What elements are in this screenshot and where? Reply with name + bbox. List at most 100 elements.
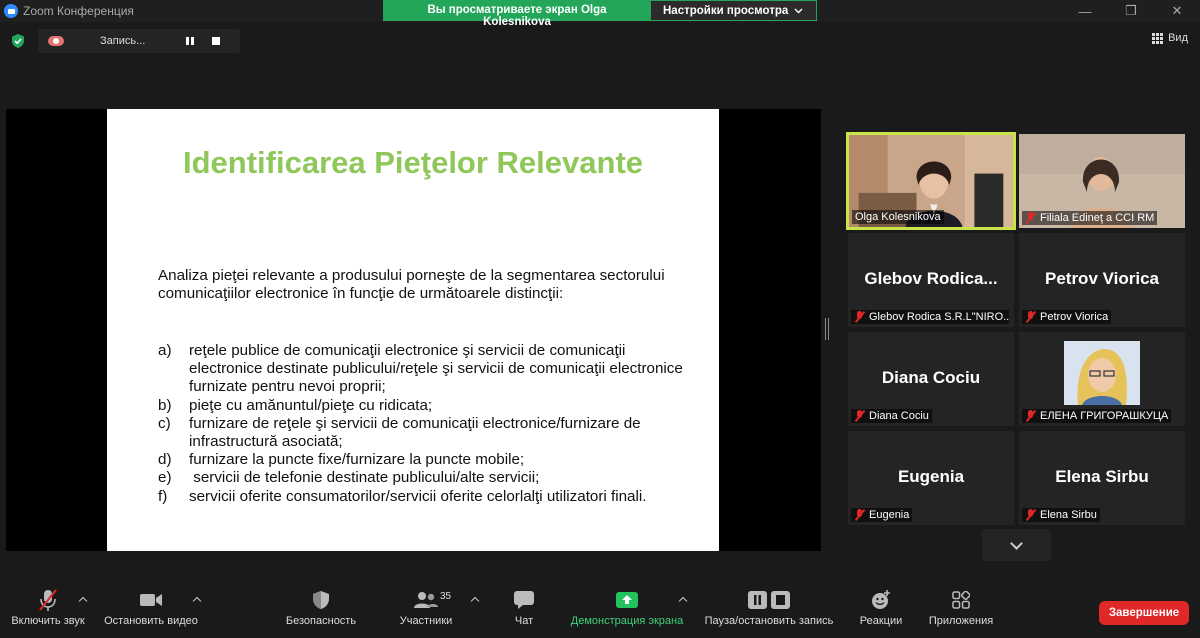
mic-icon-wrap [37, 585, 59, 615]
pause-stop-record-button[interactable]: Пауза/остановить запись [700, 585, 838, 627]
list-text: servicii de telefonie destinate publicul… [189, 469, 540, 487]
window-controls: — ❐ ✕ [1062, 0, 1200, 22]
list-item: a) reţele publice de comunicaţii electron… [158, 342, 688, 397]
chat-button[interactable]: Чат [508, 585, 540, 627]
participant-name: Diana Cociu [869, 410, 929, 422]
list-text: pieţe cu amănuntul/pieţe cu ridicata; [189, 396, 433, 414]
share-screen-label: Демонстрация экрана [570, 615, 684, 627]
chat-bubble-icon [514, 591, 534, 609]
participant-tile-elena-g[interactable]: ЕЛЕНА ГРИГОРАШКУЦА [1019, 332, 1185, 426]
participant-tile-filiala[interactable]: Filiala Edineţ a CCI RM [1019, 134, 1185, 228]
apps-icon-wrap [952, 585, 970, 615]
list-item: e) servicii de telefonie destinate publi… [158, 469, 688, 487]
title-bar: Zoom Конференция Вы просматриваете экран… [0, 0, 1200, 28]
participant-name: ЕЛЕНА ГРИГОРАШКУЦА [1040, 410, 1169, 422]
shield-icon [313, 591, 329, 609]
participants-button[interactable]: 35 Участники [396, 585, 456, 627]
participant-tile-glebov[interactable]: Glebov Rodica... Glebov Rodica S.R.L"NIR… [848, 233, 1014, 327]
pause-stop-icon [748, 591, 790, 609]
meeting-toolbar: Включить звук Остановить видео Безопасно… [0, 585, 1200, 638]
view-button[interactable]: Вид [1152, 32, 1188, 44]
participant-display-name: Petrov Viorica [1044, 269, 1160, 288]
participant-caption: Filiala Edineţ a CCI RM [1022, 211, 1158, 225]
participants-options-caret[interactable] [470, 596, 480, 606]
participant-tile-elena-sirbu[interactable]: Elena Sirbu Elena Sirbu [1019, 431, 1185, 525]
mic-muted-icon [39, 589, 57, 611]
participant-caption: Eugenia [851, 508, 913, 522]
share-screen-button[interactable]: Демонстрация экрана [566, 585, 688, 627]
participant-tile-diana[interactable]: Diana Cociu Diana Cociu [848, 332, 1014, 426]
zoom-window: Zoom Конференция Вы просматриваете экран… [0, 0, 1200, 638]
security-label: Безопасность [285, 615, 357, 627]
participants-icon [414, 592, 438, 608]
minimize-button[interactable]: — [1062, 0, 1108, 22]
reactions-button[interactable]: Реакции [856, 585, 906, 627]
participant-tile-eugenia[interactable]: Eugenia Eugenia [848, 431, 1014, 525]
close-button[interactable]: ✕ [1154, 0, 1200, 22]
participant-caption: Olga Kolesnikova [852, 210, 944, 224]
video-camera-icon [140, 594, 162, 606]
reactions-icon-wrap [870, 585, 892, 615]
participants-count: 35 [440, 591, 452, 602]
mic-muted-icon [1025, 311, 1037, 323]
panel-resize-handle[interactable] [825, 318, 829, 340]
participant-caption: Elena Sirbu [1022, 508, 1100, 522]
participant-name: Eugenia [869, 509, 910, 521]
end-meeting-button[interactable]: Завершение [1099, 601, 1189, 625]
chevron-down-icon [1010, 536, 1023, 550]
stop-recording-button[interactable] [206, 31, 226, 51]
viewing-screen-label: Вы просматриваете экран Olga Kolesnikova [383, 0, 651, 28]
participant-name: Glebov Rodica S.R.L"NIRO... [869, 311, 1009, 323]
participant-tile-petrov[interactable]: Petrov Viorica Petrov Viorica [1019, 233, 1185, 327]
participant-name: Olga Kolesnikova [855, 211, 941, 223]
participant-display-name: Glebov Rodica... [864, 269, 998, 288]
participants-label: Участники [399, 615, 453, 627]
security-button[interactable]: Безопасность [283, 585, 359, 627]
window-title: Zoom Конференция [23, 4, 134, 18]
encryption-shield-icon[interactable] [10, 33, 26, 49]
list-item: b) pieţe cu amănuntul/pieţe cu ridicata; [158, 397, 688, 415]
participants-icon-wrap: 35 [396, 585, 456, 615]
list-item: c) furnizare de reţele şi servicii de com… [158, 415, 688, 451]
shared-screen[interactable]: Identificarea Pieţelor Relevante Analiza… [6, 109, 821, 551]
pause-icon [186, 37, 194, 45]
share-banner: Вы просматриваете экран Olga Kolesnikova… [383, 0, 817, 28]
apps-button[interactable]: Приложения [922, 585, 1000, 627]
participant-caption: ЕЛЕНА ГРИГОРАШКУЦА [1022, 409, 1172, 423]
gallery-next-page-button[interactable] [982, 529, 1051, 561]
list-text: furnizare de reţele şi servicii de comun… [189, 414, 641, 451]
pause-record-label: Пауза/остановить запись [704, 615, 834, 627]
smiley-reaction-icon [872, 590, 890, 609]
record-icons-wrap [747, 585, 791, 615]
participant-caption: Petrov Viorica [1022, 310, 1112, 324]
unmute-label: Включить звук [11, 615, 85, 627]
participant-name: Petrov Viorica [1040, 311, 1109, 323]
view-options-button[interactable]: Настройки просмотра [651, 0, 817, 21]
cloud-record-icon [48, 36, 64, 46]
mic-muted-icon [854, 311, 866, 323]
share-icon-wrap [615, 585, 639, 615]
grid-view-icon [1152, 32, 1164, 44]
stop-video-button[interactable]: Остановить видео [100, 585, 202, 627]
maximize-button[interactable]: ❐ [1108, 0, 1154, 22]
list-marker: f) [158, 487, 168, 505]
apps-label: Приложения [928, 615, 994, 627]
pause-recording-button[interactable] [180, 31, 200, 51]
participant-name: Elena Sirbu [1040, 509, 1097, 521]
participant-tile-olga[interactable]: Olga Kolesnikova [846, 132, 1016, 230]
list-marker: e) [158, 469, 172, 487]
participant-caption: Glebov Rodica S.R.L"NIRO... [851, 310, 1009, 324]
apps-grid-icon [952, 591, 970, 609]
list-item: f) servicii oferite consumatorilor/servic… [158, 488, 688, 506]
list-marker: b) [158, 396, 172, 414]
list-text: servicii oferite consumatorilor/servicii… [189, 487, 647, 505]
unmute-button[interactable]: Включить звук [9, 585, 87, 627]
recording-panel: Запись... [38, 29, 240, 53]
participant-caption: Diana Cociu [851, 409, 932, 423]
list-marker: a) [158, 342, 172, 359]
recording-label: Запись... [100, 35, 146, 47]
mic-muted-icon [1025, 410, 1037, 422]
meeting-info-bar: Запись... Вид [0, 28, 1200, 54]
slide-intro: Analiza pieţei relevante a produsului po… [158, 267, 665, 302]
chevron-down-icon [794, 8, 803, 13]
